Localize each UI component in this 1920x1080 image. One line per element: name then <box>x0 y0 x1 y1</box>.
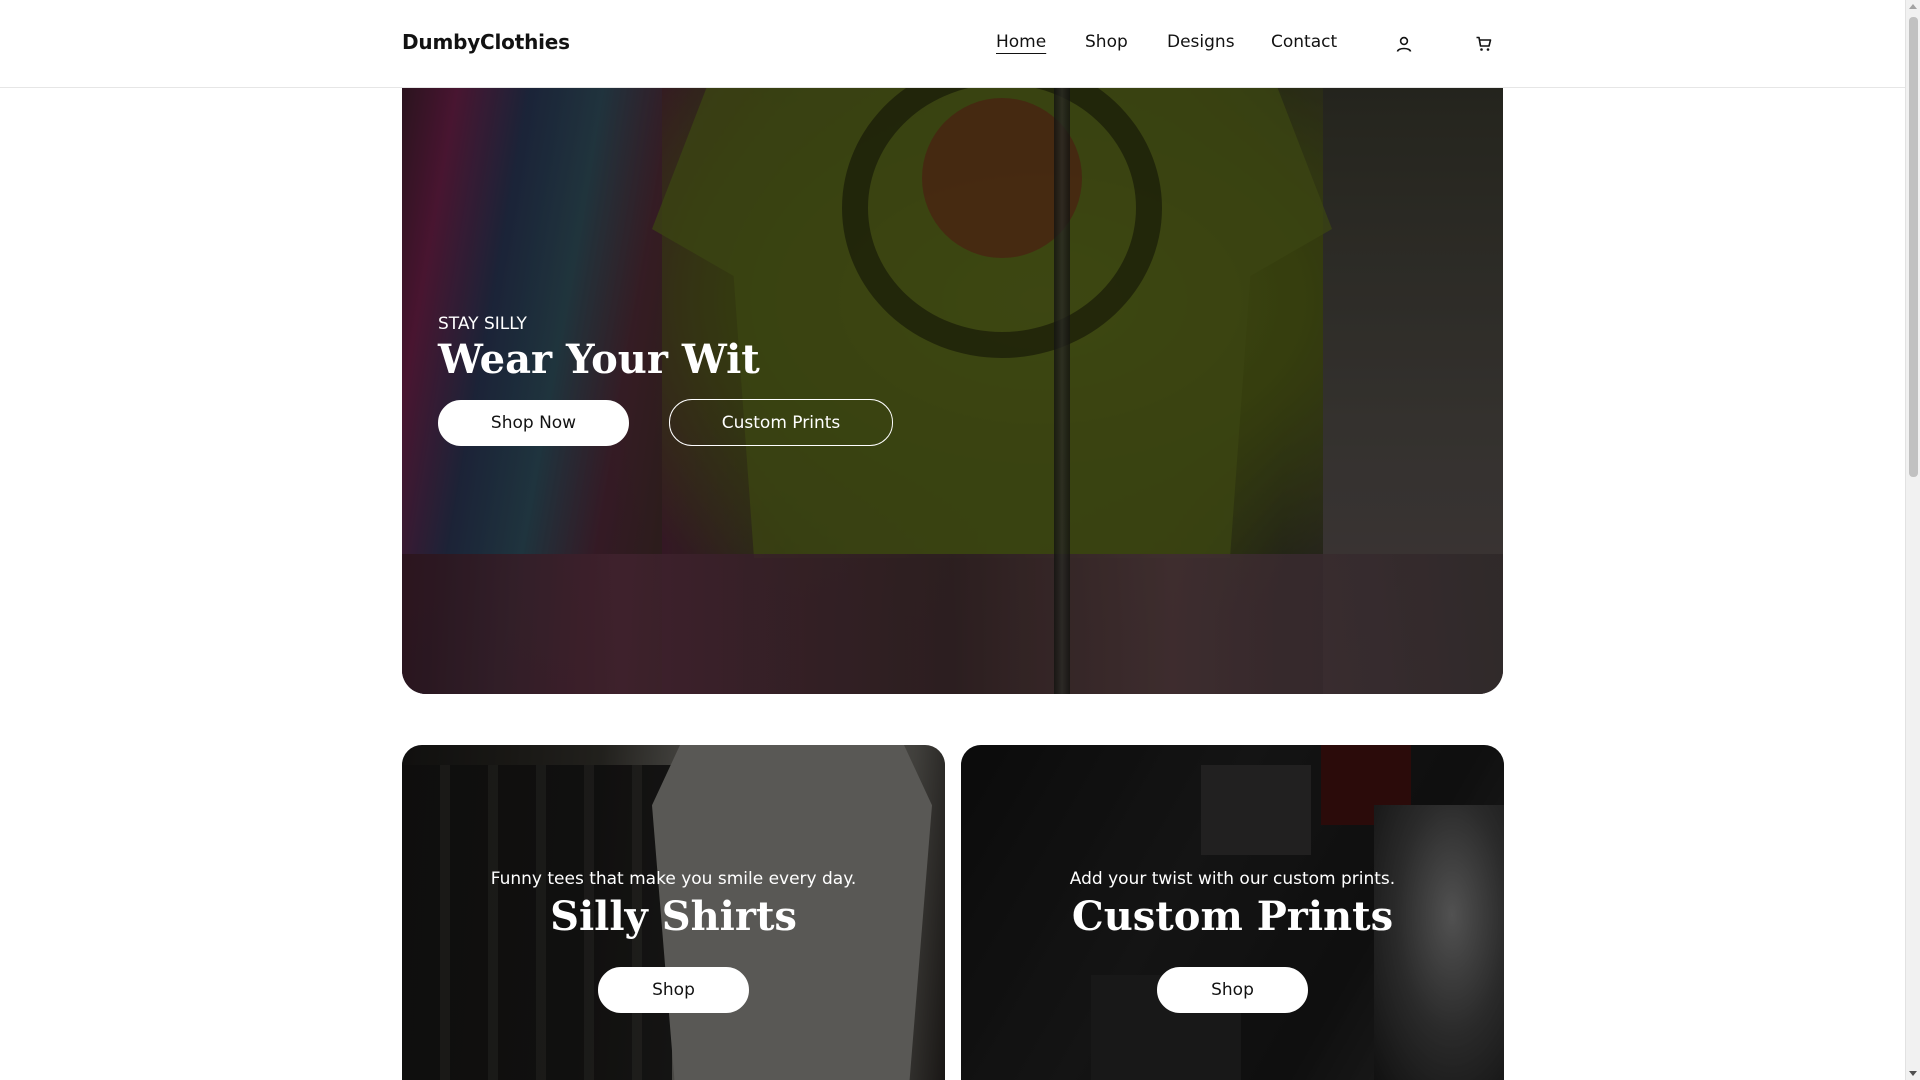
account-icon <box>1396 36 1412 52</box>
card-description: Funny tees that make you smile every day… <box>490 869 857 889</box>
cart-button[interactable] <box>1469 29 1499 59</box>
site-logo[interactable]: DumbyClothies <box>402 30 570 54</box>
card-content: Funny tees that make you smile every day… <box>402 745 945 1080</box>
hero-eyebrow: STAY SILLY <box>438 314 527 334</box>
page-scrollbar[interactable] <box>1905 0 1920 1080</box>
account-button[interactable] <box>1389 29 1419 59</box>
card-description: Add your twist with our custom prints. <box>1069 869 1396 889</box>
cart-icon <box>1476 36 1492 51</box>
nav-shop[interactable]: Shop <box>1085 32 1128 52</box>
scroll-up-arrow-icon[interactable] <box>1909 4 1917 9</box>
card-title: Silly Shirts <box>550 893 797 940</box>
custom-prints-button[interactable]: Custom Prints <box>669 399 893 446</box>
collection-card-custom-prints: Add your twist with our custom prints. C… <box>961 745 1504 1080</box>
card-content: Add your twist with our custom prints. C… <box>961 745 1504 1080</box>
nav-home[interactable]: Home <box>996 32 1046 52</box>
collection-card-silly-shirts: Funny tees that make you smile every day… <box>402 745 945 1080</box>
site-header: DumbyClothies Home Shop Designs Contact <box>0 0 1905 88</box>
custom-prints-shop-button[interactable]: Shop <box>1157 967 1308 1013</box>
hero-banner: STAY SILLY Wear Your Wit Shop Now Custom… <box>402 88 1503 694</box>
scrollbar-thumb[interactable] <box>1909 17 1918 477</box>
card-title: Custom Prints <box>1071 893 1394 940</box>
shop-now-button[interactable]: Shop Now <box>438 400 629 446</box>
silly-shirts-shop-button[interactable]: Shop <box>598 967 749 1013</box>
hero-title: Wear Your Wit <box>438 336 760 383</box>
nav-designs[interactable]: Designs <box>1167 32 1235 52</box>
hero-overlay <box>402 88 1503 694</box>
scroll-down-arrow-icon[interactable] <box>1909 1071 1917 1076</box>
page: DumbyClothies Home Shop Designs Contact <box>0 0 1920 1080</box>
nav-contact[interactable]: Contact <box>1271 32 1337 52</box>
